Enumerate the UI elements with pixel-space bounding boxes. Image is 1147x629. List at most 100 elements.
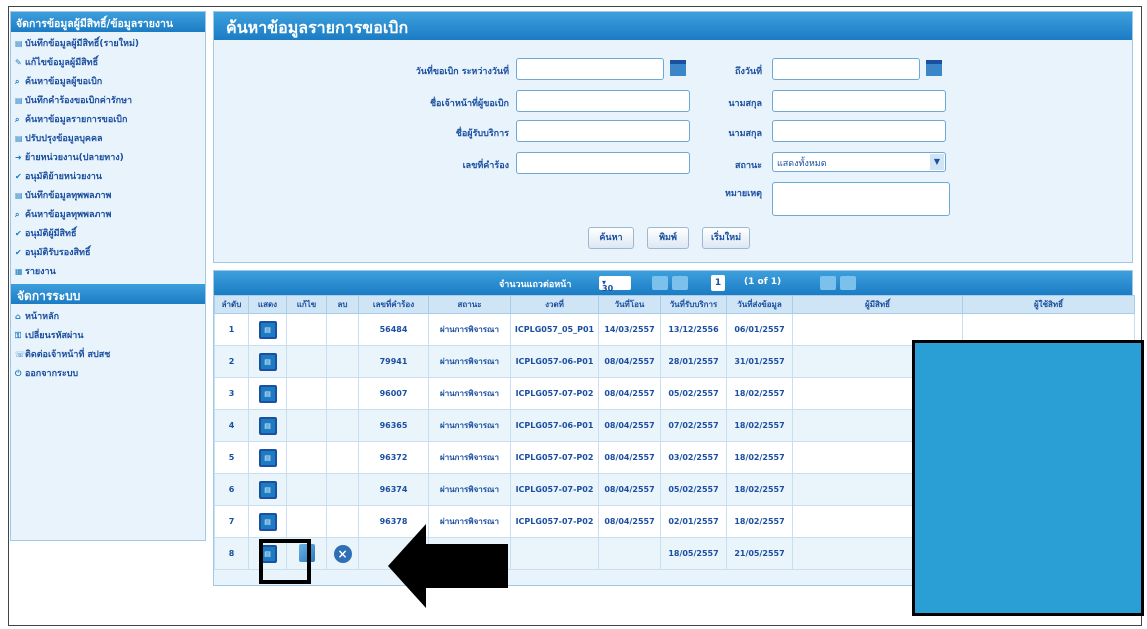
rows-per-page-label: จำนวนแถวต่อหน้า [499,280,572,290]
sidebar-item-record-claim[interactable]: ▤ บันทึกคำร้องขอเบิกค่ารักษา [15,91,201,110]
reset-button[interactable]: เริ่มใหม่ [702,227,750,249]
transfer-date-cell: 08/04/2557 [598,473,661,506]
surname-label: นามสกุล [728,129,762,139]
sidebar-item-move-unit[interactable]: ➜ ย้ายหน่วยงาน(ปลายทาง) [15,148,201,167]
surname-input-1[interactable] [772,90,946,112]
sent-date-cell: 18/02/2557 [726,505,793,538]
delete-icon[interactable]: × [333,544,352,563]
first-page-button[interactable] [652,276,668,290]
redaction-block [912,340,1144,616]
view-cell[interactable]: ▤ [248,441,287,474]
status-select[interactable]: แสดงทั้งหมด ▼ [772,152,946,172]
view-icon[interactable]: ▤ [258,512,277,531]
row-number-cell: 6 [214,473,249,506]
edit-cell [286,313,327,346]
sidebar-item-approve-rights[interactable]: ✔ อนุมัติผู้มีสิทธิ์ [15,224,201,243]
sidebar-item-edit-rights[interactable]: ✎ แก้ไขข้อมูลผู้มีสิทธิ์ [15,53,201,72]
view-cell[interactable]: ▤ [248,377,287,410]
col-header[interactable]: แสดง [248,295,287,314]
prev-page-button[interactable] [672,276,688,290]
sidebar-item-label: บันทึกข้อมูลทุพพลภาพ [25,191,112,201]
sidebar-item-update-person[interactable]: ▤ ปรับปรุงข้อมูลบุคคล [15,129,201,148]
col-header[interactable]: วันที่โอน [598,295,661,314]
sidebar-item-search-claims[interactable]: ⌕ ค้นหาข้อมูลรายการขอเบิก [15,110,201,129]
search-panel: ค้นหาข้อมูลรายการขอเบิก วันที่ขอเบิก ระห… [213,11,1133,263]
logout-icon: ⏻ [15,369,22,378]
date-range-label: วันที่ขอเบิก ระหว่างวันที่ [415,67,509,77]
sidebar-item-search-disability[interactable]: ⌕ ค้นหาข้อมูลทุพพลภาพ [15,205,201,224]
view-cell[interactable]: ▤ [248,473,287,506]
sidebar-item-approve-move[interactable]: ✔ อนุมัติย้ายหน่วยงาน [15,167,201,186]
sidebar-item-label: ค้นหาข้อมูลผู้ขอเบิก [25,77,103,87]
sidebar-item-home[interactable]: ⌂ หน้าหลัก [15,307,201,326]
date-to-input[interactable] [772,58,920,80]
sidebar-item-search-requester[interactable]: ⌕ ค้นหาข้อมูลผู้ขอเบิก [15,72,201,91]
col-header[interactable]: วันที่ส่งข้อมูล [726,295,793,314]
surname-input-2[interactable] [772,120,946,142]
sidebar-item-record-disability[interactable]: ▤ บันทึกข้อมูลทุพพลภาพ [15,186,201,205]
view-cell[interactable]: ▤ [248,505,287,538]
col-header[interactable]: เลขที่คำร้อง [358,295,429,314]
batch-cell [510,537,599,570]
service-date-cell: 05/02/2557 [660,473,727,506]
col-header[interactable]: สถานะ [428,295,511,314]
col-header[interactable]: วันที่รับบริการ [660,295,727,314]
last-page-button[interactable] [840,276,856,290]
view-icon[interactable]: ▤ [258,416,277,435]
sidebar: จัดการข้อมูลผู้มีสิทธิ์/ข้อมูลรายงาน ▤ บั… [10,11,206,541]
request-no-cell: 96007 [358,377,429,410]
search-button[interactable]: ค้นหา [588,227,634,249]
print-button[interactable]: พิมพ์ [647,227,689,249]
sidebar-item-contact[interactable]: ☏ติดต่อเจ้าหน้าที่ สปสช [15,345,201,364]
service-date-cell: 05/02/2557 [660,377,727,410]
sidebar-item-report[interactable]: ▦ รายงาน [15,262,201,281]
sidebar-item-approve-certify[interactable]: ✔ อนุมัติรับรองสิทธิ์ [15,243,201,262]
view-cell[interactable]: ▤ [248,345,287,378]
record-icon: ▤ [15,191,23,200]
col-header[interactable]: ผู้มีสิทธิ์ [792,295,963,314]
view-cell[interactable]: ▤ [248,409,287,442]
view-icon[interactable]: ▤ [258,480,277,499]
status-cell: ผ่านการพิจารณา [428,441,511,474]
col-header[interactable]: ลำดับ [214,295,249,314]
rows-per-page-select[interactable]: 30 ▾ [599,276,631,293]
batch-cell: ICPLG057-07-P02 [510,505,599,538]
record-icon: ▤ [15,134,23,143]
delete-cell [326,441,359,474]
col-header[interactable]: ลบ [326,295,359,314]
approve-icon: ✔ [15,248,22,257]
calendar-icon[interactable] [926,60,942,76]
sidebar-menu: ▤ บันทึกข้อมูลผู้มีสิทธิ์(รายใหม่) ✎ แก้ไข… [11,32,205,283]
view-icon[interactable]: ▤ [258,384,277,403]
sidebar-item-change-password[interactable]: ⚿ เปลี่ยนรหัสผ่าน [15,326,201,345]
col-header[interactable]: แก้ไข [286,295,327,314]
key-icon: ⚿ [15,331,22,340]
col-header[interactable]: ผู้ใช้สิทธิ์ [962,295,1135,314]
request-no-label: เลขที่คำร้อง [462,161,509,171]
officer-label: ชื่อเจ้าหน้าที่ผู้ขอเบิก [429,99,509,109]
current-page[interactable]: 1 [711,275,725,291]
note-textarea[interactable] [772,182,950,216]
view-icon[interactable]: ▤ [258,320,277,339]
sidebar-item-logout[interactable]: ⏻ ออกจากระบบ [15,364,201,383]
sidebar-item-label: แก้ไขข้อมูลผู้มีสิทธิ์ [25,58,99,68]
sidebar-item-label: ย้ายหน่วยงาน(ปลายทาง) [25,153,124,163]
batch-cell: ICPLG057_05_P01 [510,313,599,346]
next-page-button[interactable] [820,276,836,290]
officer-input[interactable] [516,90,690,112]
col-header[interactable]: งวดที่ [510,295,599,314]
delete-cell [326,377,359,410]
row-number-cell: 7 [214,505,249,538]
delete-cell[interactable]: × [326,537,359,570]
row-number-cell: 2 [214,345,249,378]
transfer-date-cell: 08/04/2557 [598,409,661,442]
delete-cell [326,345,359,378]
service-date-cell: 07/02/2557 [660,409,727,442]
request-no-input[interactable] [516,152,690,174]
view-cell[interactable]: ▤ [248,313,287,346]
view-icon[interactable]: ▤ [258,352,277,371]
service-recipient-input[interactable] [516,120,690,142]
sidebar-item-record-new[interactable]: ▤ บันทึกข้อมูลผู้มีสิทธิ์(รายใหม่) [15,34,201,53]
view-icon[interactable]: ▤ [258,448,277,467]
date-from-input[interactable] [516,58,664,80]
